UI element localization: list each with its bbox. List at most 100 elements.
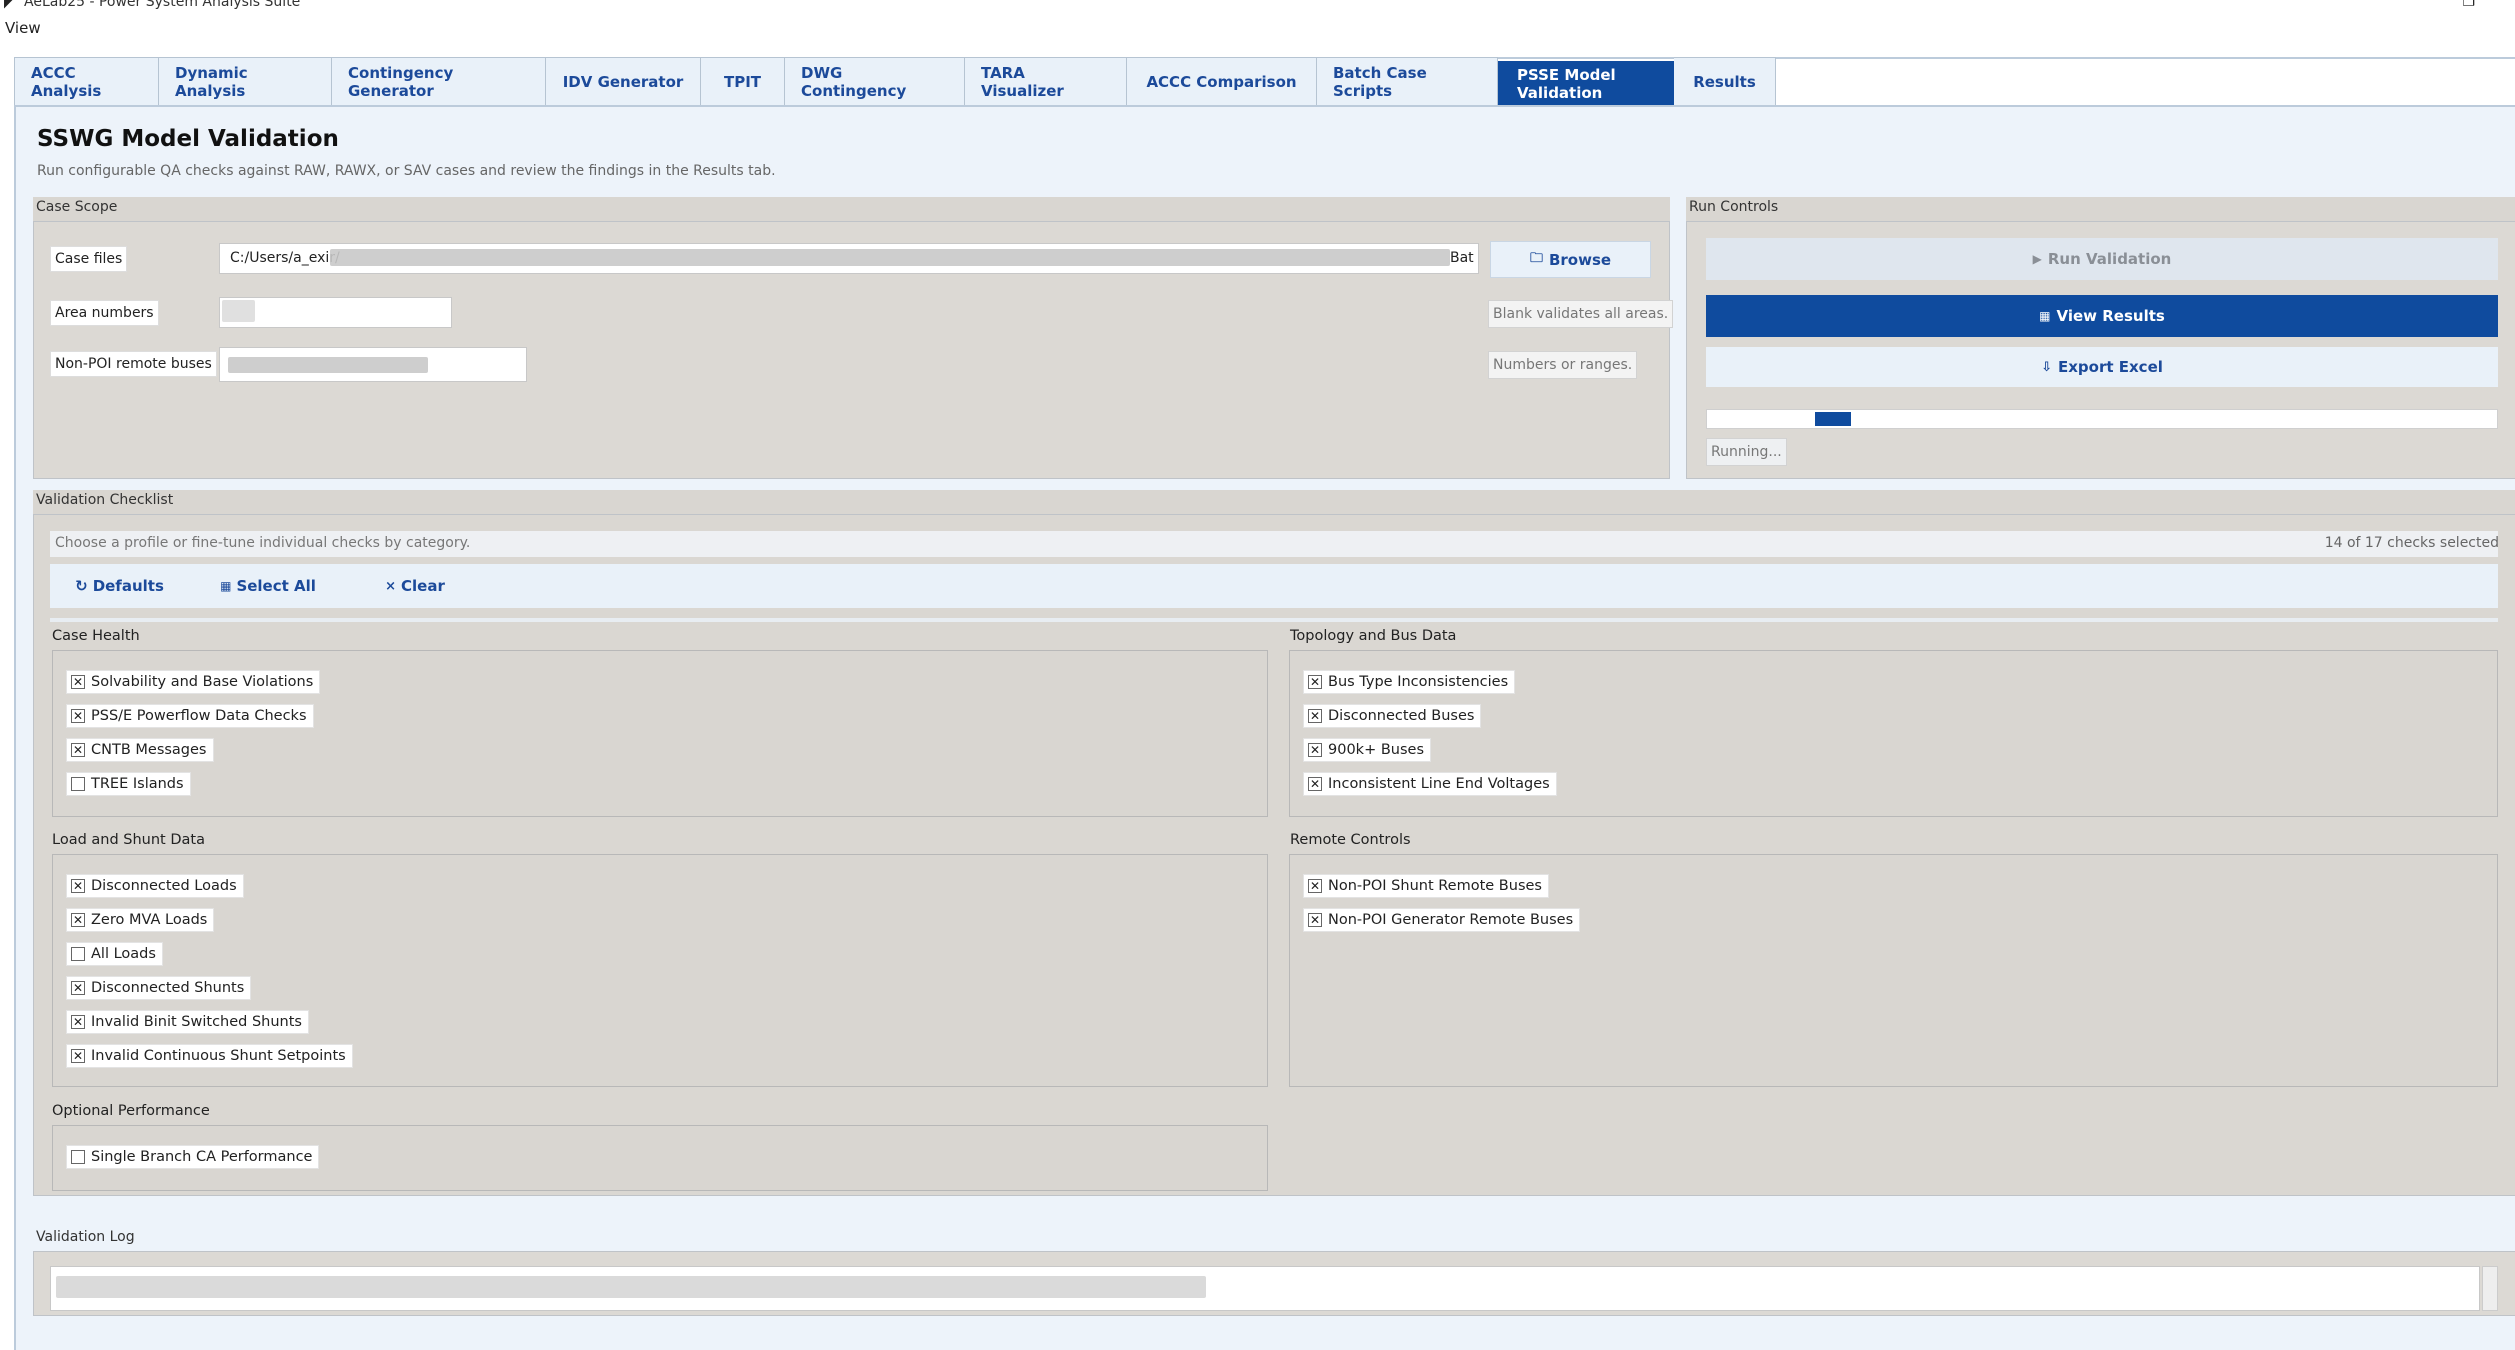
check-shunt-remote[interactable]: ✕ Non-POI Shunt Remote Buses (1303, 874, 1549, 898)
check-single-branch-ca[interactable]: Single Branch CA Performance (66, 1145, 320, 1169)
run-validation-label: Run Validation (2047, 250, 2172, 268)
check-label: PSS/E Powerflow Data Checks (91, 708, 307, 724)
check-900k-buses[interactable]: ✕ 900k+ Buses (1303, 738, 1431, 762)
tab-accc-comparison[interactable]: ACCC Comparison (1127, 57, 1317, 106)
check-label: Inconsistent Line End Voltages (1328, 776, 1550, 792)
check-solvability[interactable]: ✕ Solvability and Base Violations (66, 670, 321, 694)
case-scope-title: Case Scope (36, 199, 118, 215)
checkbox-icon (71, 1150, 85, 1164)
defaults-label: Defaults (92, 577, 164, 595)
checkbox-icon: ✕ (71, 1049, 85, 1063)
export-excel-button[interactable]: ⇩ Export Excel (1706, 347, 2498, 387)
checkbox-icon: ✕ (1308, 913, 1322, 927)
checkbox-icon: ✕ (1308, 675, 1322, 689)
check-pss-powerflow[interactable]: ✕ PSS/E Powerflow Data Checks (66, 704, 314, 728)
progress-indicator (1815, 412, 1851, 426)
tab-accc-analysis[interactable]: ACCC Analysis (14, 57, 159, 106)
check-all-loads[interactable]: All Loads (66, 942, 163, 966)
log-title: Validation Log (36, 1229, 135, 1245)
redacted-log (56, 1276, 1206, 1298)
browse-label: Browse (1548, 250, 1612, 269)
area-hint: Blank validates all areas. (1488, 300, 1674, 328)
clear-label: Clear (401, 577, 445, 595)
check-disconnected-loads[interactable]: ✕ Disconnected Loads (66, 874, 244, 898)
checkbox-icon: ✕ (1308, 879, 1322, 893)
browse-button[interactable]: 🗀 Browse (1490, 241, 1651, 278)
tab-bar: ACCC Analysis Dynamic Analysis Contingen… (14, 57, 1776, 106)
check-binit-shunts[interactable]: ✕ Invalid Binit Switched Shunts (66, 1010, 309, 1034)
check-tree-islands[interactable]: TREE Islands (66, 772, 191, 796)
check-continuous-shunt[interactable]: ✕ Invalid Continuous Shunt Setpoints (66, 1044, 353, 1068)
check-label: Non-POI Shunt Remote Buses (1328, 878, 1542, 894)
page-title: SSWG Model Validation (37, 126, 339, 152)
checkbox-icon: ✕ (71, 743, 85, 757)
table-icon: ▦ (2039, 309, 2051, 323)
check-label: CNTB Messages (91, 742, 207, 758)
tab-psse-model-validation[interactable]: PSSE Model Validation (1498, 61, 1674, 106)
toolbar-divider (50, 618, 2498, 622)
check-generator-remote[interactable]: ✕ Non-POI Generator Remote Buses (1303, 908, 1581, 932)
check-disconnected-shunts[interactable]: ✕ Disconnected Shunts (66, 976, 252, 1000)
tab-batch-case-scripts[interactable]: Batch Case Scripts (1317, 57, 1498, 106)
checkbox-icon: ✕ (71, 981, 85, 995)
view-results-button[interactable]: ▦ View Results (1706, 295, 2498, 337)
checkbox-icon: ✕ (1308, 777, 1322, 791)
check-line-end-voltages[interactable]: ✕ Inconsistent Line End Voltages (1303, 772, 1557, 796)
page-subtitle: Run configurable QA checks against RAW, … (37, 163, 776, 179)
restore-icon[interactable]: ❐ (2462, 0, 2475, 10)
play-icon: ▶ (2032, 252, 2042, 266)
check-label: Bus Type Inconsistencies (1328, 674, 1509, 690)
window-titlebar: ◤ AeLab25 - Power System Analysis Suite … (0, 0, 2515, 16)
check-label: TREE Islands (91, 776, 184, 792)
checklist-header (33, 490, 2515, 514)
window-title: AeLab25 - Power System Analysis Suite (24, 0, 301, 10)
check-label: All Loads (91, 946, 156, 962)
check-label: Invalid Binit Switched Shunts (91, 1014, 302, 1030)
tab-tara-visualizer[interactable]: TARA Visualizer (965, 57, 1127, 106)
tab-dynamic-analysis[interactable]: Dynamic Analysis (159, 57, 332, 106)
export-excel-label: Export Excel (2058, 358, 2163, 376)
check-label: Disconnected Shunts (91, 980, 245, 996)
checkbox-icon: ✕ (1308, 743, 1322, 757)
check-cntb-messages[interactable]: ✕ CNTB Messages (66, 738, 214, 762)
check-bus-type[interactable]: ✕ Bus Type Inconsistencies (1303, 670, 1516, 694)
check-disconnected-buses[interactable]: ✕ Disconnected Buses (1303, 704, 1482, 728)
tab-contingency-generator[interactable]: Contingency Generator (332, 57, 546, 106)
checkbox-icon: ✕ (1308, 709, 1322, 723)
case-files-tail: Bat (1450, 250, 1474, 266)
tab-results[interactable]: Results (1674, 57, 1776, 106)
check-label: Single Branch CA Performance (91, 1149, 313, 1165)
clear-button[interactable]: × Clear (350, 566, 480, 606)
group-optional-title: Optional Performance (52, 1103, 210, 1119)
case-files-label: Case files (50, 246, 128, 272)
menubar: View (0, 16, 2515, 38)
download-icon: ⇩ (2041, 359, 2052, 375)
group-topology-title: Topology and Bus Data (1290, 628, 1457, 644)
defaults-button[interactable]: ↻ Defaults (55, 566, 184, 606)
log-scrollbar[interactable] (2482, 1266, 2498, 1311)
tab-tpit[interactable]: TPIT (701, 57, 785, 106)
check-label: Solvability and Base Violations (91, 674, 314, 690)
check-zero-mva-loads[interactable]: ✕ Zero MVA Loads (66, 908, 215, 932)
check-label: Disconnected Buses (1328, 708, 1475, 724)
redacted-nonpoi (228, 357, 428, 373)
checkbox-icon: ✕ (71, 709, 85, 723)
select-all-button[interactable]: ▦ Select All (196, 566, 340, 606)
tab-idv-generator[interactable]: IDV Generator (546, 57, 701, 106)
group-remote-title: Remote Controls (1290, 832, 1411, 848)
checks-selected-count: 14 of 17 checks selected (2324, 535, 2499, 551)
tab-dwg-contingency[interactable]: DWG Contingency (785, 57, 965, 106)
checkbox-icon: ✕ (71, 913, 85, 927)
redacted-area (222, 300, 255, 322)
group-load-shunt-title: Load and Shunt Data (52, 832, 205, 848)
menu-view[interactable]: View (5, 19, 41, 37)
group-case-health-title: Case Health (52, 628, 140, 644)
select-all-label: Select All (236, 577, 316, 595)
area-numbers-label: Area numbers (50, 300, 159, 326)
checkbox-icon (71, 777, 85, 791)
check-label: Non-POI Generator Remote Buses (1328, 912, 1574, 928)
run-validation-button[interactable]: ▶ Run Validation (1706, 238, 2498, 280)
redacted-path (330, 249, 1450, 266)
checkbox-icon: ✕ (71, 1015, 85, 1029)
grid-icon: ▦ (220, 579, 232, 593)
